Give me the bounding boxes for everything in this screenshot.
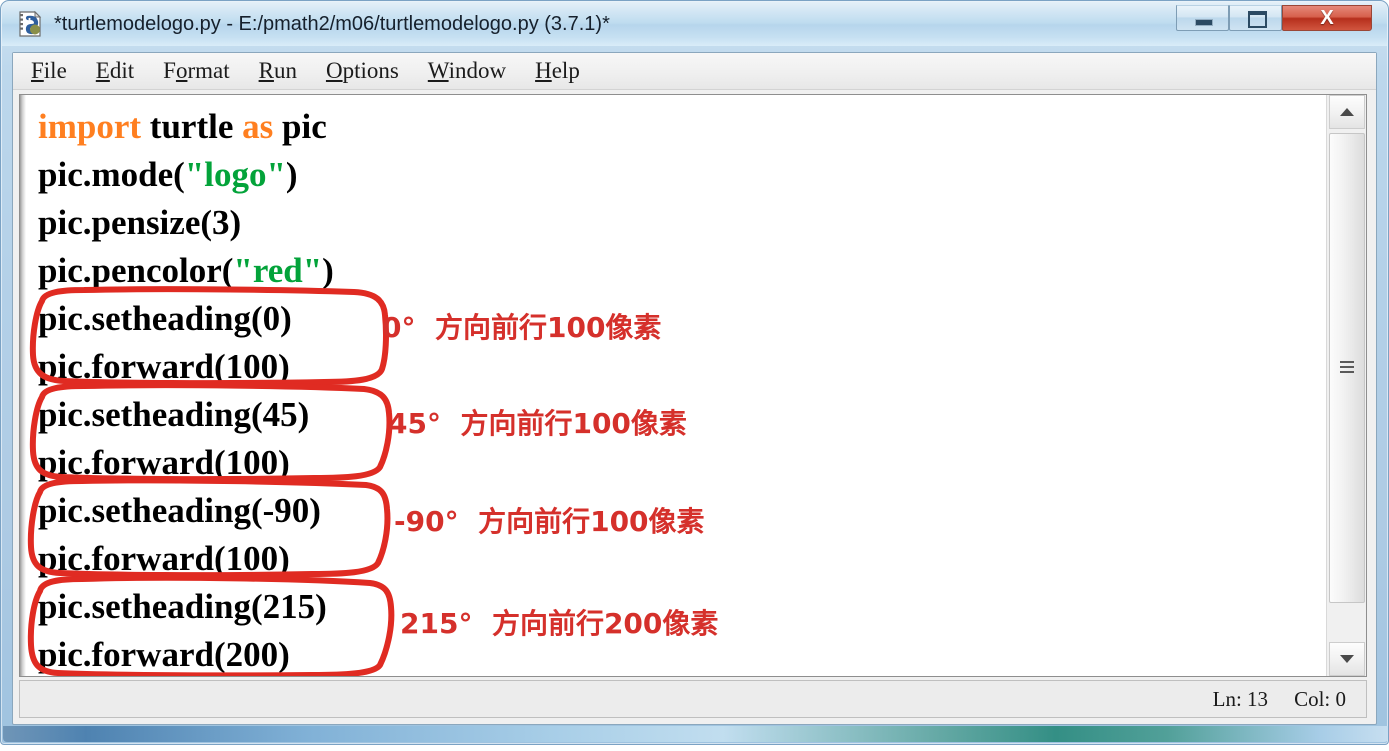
code-line-3: pic.pensize(3) (38, 199, 241, 247)
menu-item-window[interactable]: Window (428, 58, 506, 84)
code-token: turtle (141, 107, 243, 146)
code-token: pic.mode( (38, 155, 185, 194)
annotation-label-1: 0° 方向前行100像素 (382, 311, 662, 344)
minimize-button[interactable] (1176, 5, 1229, 31)
menu-item-run[interactable]: Run (259, 58, 297, 84)
status-column-number: Col: 0 (1294, 686, 1346, 711)
code-line-11: pic.setheading(215) (38, 583, 327, 631)
code-token: "logo" (184, 155, 286, 194)
code-token: ) (285, 155, 298, 194)
scroll-thumb-grip (1340, 361, 1354, 375)
code-token: pic (273, 107, 327, 146)
code-token: pic.setheading(-90) (38, 491, 321, 530)
status-bar: Ln: 13 Col: 0 (19, 680, 1367, 718)
close-icon: X (1320, 7, 1334, 29)
title-bar[interactable]: *turtlemodelogo.py - E:/pmath2/m06/turtl… (2, 2, 1387, 46)
menu-bar: File Edit Format Run Options Window Help (13, 53, 1376, 90)
scroll-thumb[interactable] (1329, 133, 1365, 603)
menu-item-help[interactable]: Help (535, 58, 580, 84)
code-text-area[interactable]: import turtle as pic pic.mode("logo") pic.… (20, 95, 1328, 676)
code-token: ) (322, 251, 334, 290)
code-token: pic.setheading(215) (38, 587, 327, 626)
code-line-2: pic.mode("logo") (38, 151, 298, 199)
minimize-icon (1194, 19, 1213, 26)
code-token: pic.forward(100) (38, 443, 290, 482)
python-idle-icon (16, 10, 44, 38)
code-line-4: pic.pencolor("red") (38, 247, 334, 295)
chevron-up-icon (1340, 108, 1354, 116)
annotation-label-4: 215° 方向前行200像素 (400, 607, 719, 640)
menu-item-edit[interactable]: Edit (96, 58, 134, 84)
window-title: *turtlemodelogo.py - E:/pmath2/m06/turtl… (54, 13, 610, 35)
desktop-background: *turtlemodelogo.py - E:/pmath2/m06/turtl… (0, 0, 1389, 751)
annotation-label-3: -90° 方向前行100像素 (394, 505, 705, 538)
scroll-down-arrow[interactable] (1329, 642, 1365, 676)
close-button[interactable]: X (1282, 5, 1372, 31)
code-token: pic.pensize(3) (38, 203, 242, 242)
window-client-area: File Edit Format Run Options Window Help… (12, 52, 1377, 725)
maximize-icon (1247, 11, 1267, 28)
window-frame-bottom-glass (3, 726, 1388, 742)
code-line-10: pic.forward(100) (38, 535, 290, 583)
code-line-7: pic.setheading(45) (38, 391, 309, 439)
vertical-scrollbar[interactable] (1326, 95, 1366, 676)
code-editor[interactable]: import turtle as pic pic.mode("logo") pic.… (19, 94, 1367, 677)
code-line-6: pic.forward(100) (38, 343, 290, 391)
editor-left-bevel (20, 95, 26, 676)
code-line-8: pic.forward(100) (38, 439, 290, 487)
menu-item-file[interactable]: File (31, 58, 67, 84)
code-line-1: import turtle as pic (38, 103, 327, 151)
code-token: pic.setheading(0) (38, 299, 292, 338)
code-token: pic.pencolor( (38, 251, 234, 290)
scroll-up-arrow[interactable] (1329, 95, 1365, 129)
code-token: pic.forward(100) (38, 347, 290, 386)
code-token: as (242, 107, 274, 146)
menu-item-options[interactable]: Options (326, 58, 399, 84)
code-token: "red" (233, 251, 323, 290)
code-token: pic.forward(200) (38, 635, 290, 674)
code-line-5: pic.setheading(0) (38, 295, 292, 343)
chevron-down-icon (1340, 655, 1354, 663)
code-token: pic.forward(100) (38, 539, 290, 578)
code-token: pic.setheading(45) (38, 395, 310, 434)
code-line-12: pic.forward(200) (38, 631, 290, 676)
code-line-9: pic.setheading(-90) (38, 487, 321, 535)
menu-item-format[interactable]: Format (163, 58, 229, 84)
status-line-number: Ln: 13 (1212, 686, 1269, 711)
maximize-button[interactable] (1229, 5, 1282, 31)
annotation-label-2: 45° 方向前行100像素 (388, 407, 687, 440)
code-token: import (38, 107, 142, 146)
